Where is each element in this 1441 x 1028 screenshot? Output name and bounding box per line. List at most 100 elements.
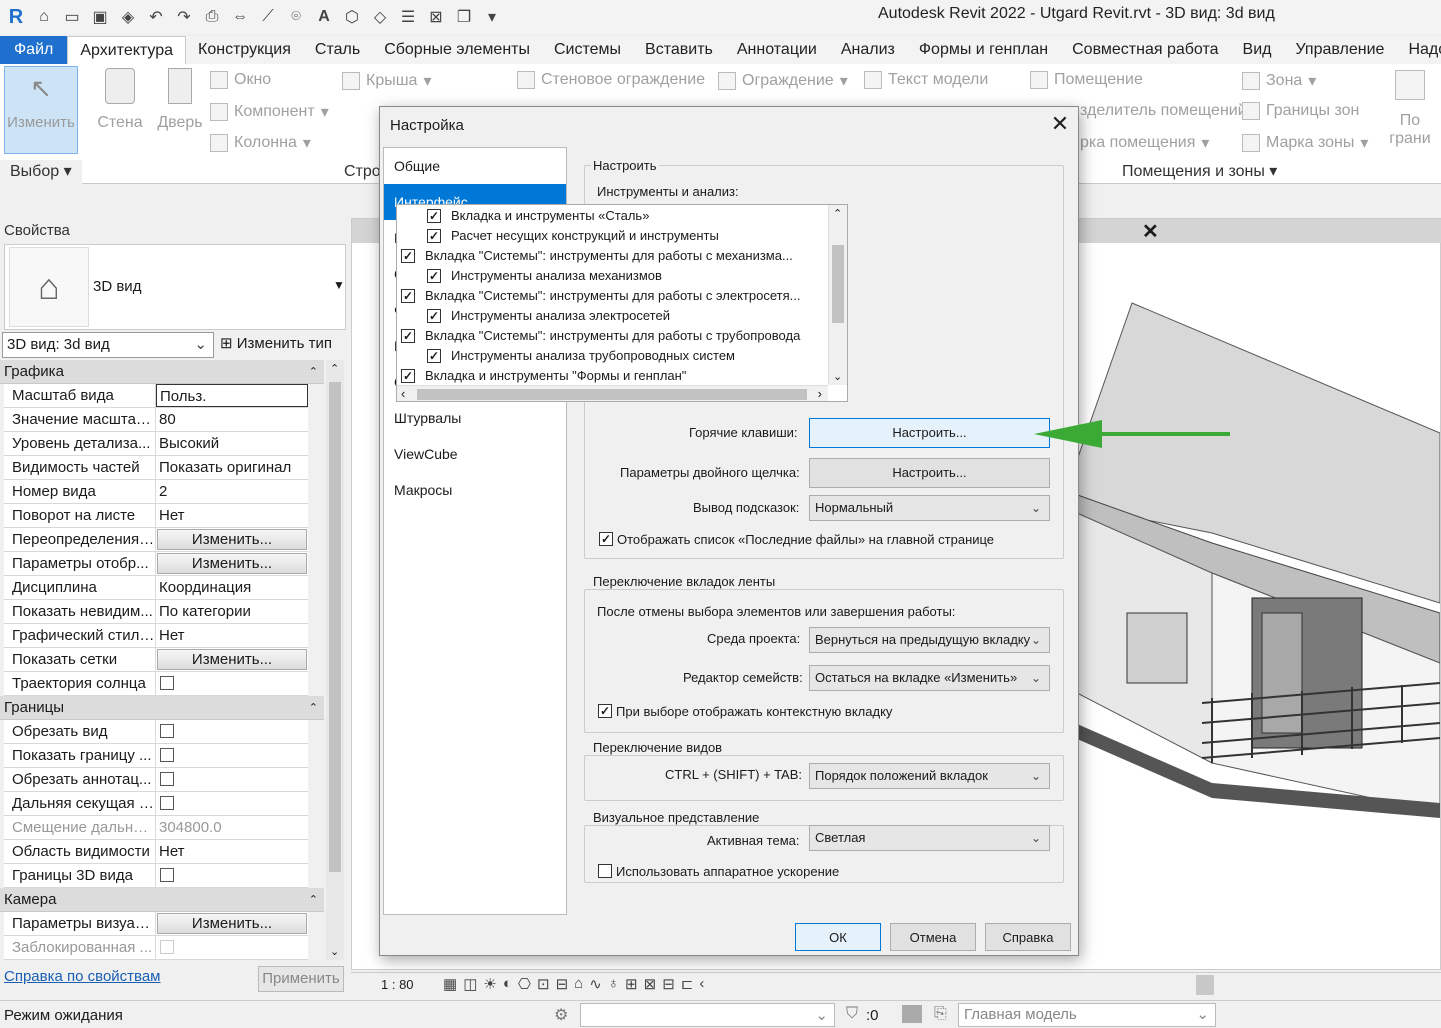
double-click-configure-button[interactable]: Настроить... <box>809 458 1050 488</box>
lock-view-icon[interactable]: ⌂ <box>574 975 583 993</box>
temp-view-icon[interactable]: ⊠ <box>644 975 657 993</box>
zone-bounds-button[interactable]: Границы зон <box>1242 102 1359 120</box>
tool-checkbox[interactable]: ✓ <box>401 289 415 303</box>
property-row[interactable]: Показать невидим... По категории <box>4 600 308 624</box>
horizontal-scroll-thumb[interactable] <box>1196 975 1214 995</box>
close-hidden-icon[interactable]: ⊠ <box>426 7 446 27</box>
section-header-bounds[interactable]: Границы ⌃ <box>0 696 324 720</box>
property-row[interactable]: Параметры визуал... Изменить... <box>4 912 308 936</box>
save-icon[interactable]: ▣ <box>90 7 110 27</box>
tool-checkbox[interactable]: ✓ <box>427 309 441 323</box>
property-value[interactable]: Координация <box>156 576 308 599</box>
tab-architecture[interactable]: Архитектура <box>67 36 187 64</box>
edit-type-button[interactable]: ⊞ Изменить тип <box>220 334 332 352</box>
crop-view-icon[interactable]: ⊡ <box>537 975 550 993</box>
property-checkbox[interactable] <box>160 772 174 786</box>
hw-accel-checkbox[interactable] <box>598 864 612 878</box>
view-scale[interactable]: 1 : 80 <box>381 977 414 992</box>
property-row[interactable]: Параметры отобр... Изменить... <box>4 552 308 576</box>
hotkeys-configure-button[interactable]: Настроить... <box>809 418 1050 448</box>
property-edit-button[interactable]: Изменить... <box>157 649 307 670</box>
properties-scrollbar[interactable]: ⌃ ⌄ <box>326 360 344 960</box>
customize-qat-icon[interactable]: ▾ <box>482 7 502 27</box>
property-checkbox[interactable] <box>160 868 174 882</box>
3d-view-icon[interactable]: ⬡ <box>342 7 362 27</box>
instance-filter-select[interactable]: 3D вид: 3d вид ⌄ <box>2 332 214 358</box>
section-header-camera[interactable]: Камера ⌃ <box>0 888 324 912</box>
tab-manage[interactable]: Управление <box>1283 36 1396 64</box>
project-env-select[interactable]: Вернуться на предыдущую вкладку ⌄ <box>809 627 1050 653</box>
tool-checkbox[interactable]: ✓ <box>427 229 441 243</box>
property-row[interactable]: Показать границу ... <box>4 744 308 768</box>
zone-tag-button[interactable]: Марка зоны ▾ <box>1242 133 1368 153</box>
property-value[interactable]: 2 <box>156 480 308 503</box>
tab-annotate[interactable]: Аннотации <box>725 36 829 64</box>
property-checkbox[interactable] <box>160 748 174 762</box>
close-view-icon[interactable]: ✕ <box>1142 219 1159 244</box>
ok-button[interactable]: ОК <box>795 923 881 951</box>
redo-icon[interactable]: ↷ <box>174 7 194 27</box>
property-value[interactable]: Нет <box>156 624 308 647</box>
property-row[interactable]: Значение масштаб... 80 <box>4 408 308 432</box>
tooltip-select[interactable]: Нормальный ⌄ <box>809 495 1050 521</box>
design-option-select[interactable]: Главная модель ⌄ <box>958 1003 1216 1027</box>
roof-button[interactable]: Крыша ▾ <box>342 71 431 91</box>
recent-files-checkbox[interactable]: ✓ <box>599 532 613 546</box>
worksets-icon[interactable]: ⚙ <box>554 1005 568 1025</box>
sync-icon[interactable]: ◈ <box>118 7 138 27</box>
select-panel-dropdown[interactable]: Выбор ▾ <box>0 160 82 184</box>
property-checkbox[interactable] <box>160 724 174 738</box>
tool-checkbox[interactable]: ✓ <box>401 249 415 263</box>
tab-analyze[interactable]: Анализ <box>829 36 907 64</box>
tool-checkbox[interactable]: ✓ <box>401 369 415 383</box>
nav-item[interactable]: Макросы <box>384 472 566 508</box>
by-face-button[interactable]: По грани <box>1388 70 1432 148</box>
tab-file[interactable]: Файл <box>0 36 68 64</box>
wall-button[interactable]: Стена <box>92 68 148 132</box>
property-row[interactable]: Обрезать аннотац... <box>4 768 308 792</box>
family-editor-select[interactable]: Остаться на вкладке «Изменить» ⌄ <box>809 665 1050 691</box>
property-value[interactable]: 80 <box>156 408 308 431</box>
tab-systems[interactable]: Системы <box>542 36 633 64</box>
property-edit-button[interactable]: Изменить... <box>157 553 307 574</box>
open-icon[interactable]: ▭ <box>62 7 82 27</box>
type-selector[interactable]: ⌂ 3D вид ▼ <box>4 244 346 330</box>
section-icon[interactable]: ◇ <box>370 7 390 27</box>
property-row[interactable]: Переопределения ... Изменить... <box>4 528 308 552</box>
home-icon[interactable]: ⌂ <box>34 7 54 27</box>
tag-room-button[interactable]: рка помещения ▾ <box>1080 133 1209 153</box>
property-value[interactable]: Польз. <box>156 384 308 407</box>
scroll-up-icon[interactable]: ⌃ <box>833 207 842 220</box>
window-button[interactable]: Окно <box>210 71 271 89</box>
hscroll-thumb[interactable] <box>417 389 807 400</box>
scroll-thumb[interactable] <box>832 245 844 323</box>
property-row[interactable]: Дальняя секущая В... <box>4 792 308 816</box>
scroll-right-icon[interactable]: › <box>818 386 822 401</box>
tag-icon[interactable]: ⌾ <box>286 7 306 27</box>
tool-checkbox[interactable]: ✓ <box>427 269 441 283</box>
properties-help-link[interactable]: Справка по свойствам <box>4 968 161 985</box>
apply-button[interactable]: Применить <box>258 966 344 992</box>
property-row[interactable]: Поворот на листе Нет <box>4 504 308 528</box>
tool-checkbox[interactable]: ✓ <box>401 329 415 343</box>
property-row[interactable]: Траектория солнца <box>4 672 308 696</box>
property-row[interactable]: Номер вида 2 <box>4 480 308 504</box>
show-crop-icon[interactable]: ⊟ <box>556 975 569 993</box>
column-button[interactable]: Колонна ▾ <box>210 133 311 153</box>
shadows-icon[interactable]: ◐ <box>503 975 512 993</box>
zone-button[interactable]: Зона ▾ <box>1242 71 1316 91</box>
component-button[interactable]: Компонент ▾ <box>210 102 329 122</box>
workset-select[interactable]: ⌄ <box>580 1003 835 1027</box>
worksharing-icon[interactable]: ⊞ <box>625 975 638 993</box>
property-row[interactable]: Область видимости Нет <box>4 840 308 864</box>
model-text-button[interactable]: Текст модели <box>864 71 988 89</box>
design-options-icon[interactable] <box>902 1005 922 1023</box>
active-theme-select[interactable]: Светлая ⌄ <box>809 825 1050 851</box>
help-button[interactable]: Справка <box>985 923 1071 951</box>
tab-collaborate[interactable]: Совместная работа <box>1060 36 1230 64</box>
tab-precast[interactable]: Сборные элементы <box>372 36 542 64</box>
reveal-hidden-icon[interactable]: ♁ <box>608 975 619 993</box>
property-edit-button[interactable]: Изменить... <box>157 913 307 934</box>
tab-massing-site[interactable]: Формы и генплан <box>907 36 1060 64</box>
nav-item[interactable]: Штурвалы <box>384 400 566 436</box>
